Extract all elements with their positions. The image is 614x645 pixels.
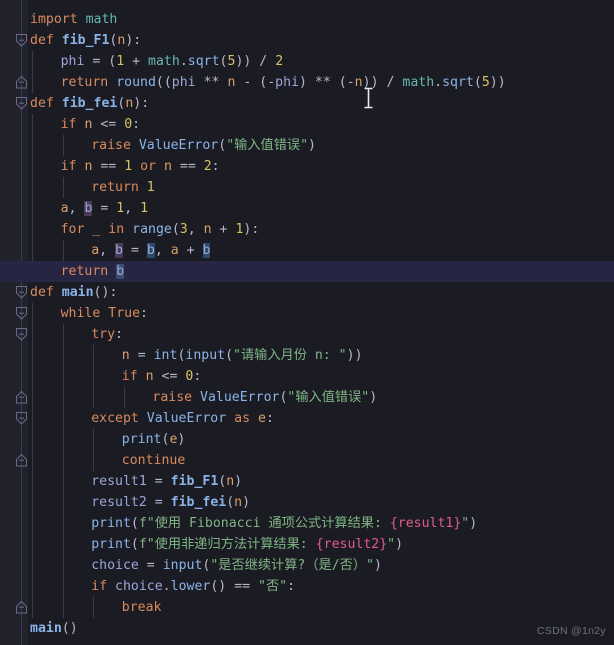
code-line-text: def fib_fei(n): xyxy=(30,96,150,111)
code-line[interactable]: def fib_F1(n): xyxy=(0,30,614,51)
code-line-text: main() xyxy=(30,621,78,636)
code-line[interactable]: def main(): xyxy=(0,282,614,303)
code-line-text: return round((phi ** n - (-phi) ** (-n))… xyxy=(60,75,506,90)
code-line-text: return b xyxy=(60,264,125,279)
code-line[interactable]: print(f"使用非递归方法计算结果: {result2}") xyxy=(0,534,614,555)
code-line[interactable]: except ValueError as e: xyxy=(0,408,614,429)
code-line-text: import math xyxy=(30,12,118,27)
code-line-text: n = int(input("请输入月份 n: ")) xyxy=(121,348,363,363)
code-line[interactable]: if choice.lower() == "否": xyxy=(0,576,614,597)
code-line[interactable]: import math xyxy=(0,9,614,30)
code-text-area[interactable]: import math def fib_F1(n):phi = (1 + math… xyxy=(0,0,614,645)
code-line-text: def main(): xyxy=(30,285,118,300)
code-line[interactable]: result1 = fib_F1(n) xyxy=(0,471,614,492)
code-line[interactable]: try: xyxy=(0,324,614,345)
code-line-text: return 1 xyxy=(91,180,155,195)
code-line-text: try: xyxy=(91,327,123,342)
code-line[interactable]: for _ in range(3, n + 1): xyxy=(0,219,614,240)
code-line-text: if choice.lower() == "否": xyxy=(91,579,296,594)
code-line[interactable]: raise ValueError("输入值错误") xyxy=(0,387,614,408)
code-line-text: print(f"使用 Fibonacci 通项公式计算结果: {result1}… xyxy=(91,516,478,531)
code-line[interactable]: phi = (1 + math.sqrt(5)) / 2 xyxy=(0,51,614,72)
code-line[interactable]: a, b = 1, 1 xyxy=(0,198,614,219)
code-line[interactable]: main() xyxy=(0,618,614,639)
code-line-text: if n <= 0: xyxy=(121,369,202,384)
code-line[interactable]: result2 = fib_fei(n) xyxy=(0,492,614,513)
code-line-text: if n == 1 or n == 2: xyxy=(60,159,220,174)
code-line-text: for _ in range(3, n + 1): xyxy=(60,222,260,237)
code-line-text: while True: xyxy=(60,306,148,321)
code-line-text: if n <= 0: xyxy=(60,117,141,132)
code-line[interactable]: print(e) xyxy=(0,429,614,450)
code-line[interactable]: raise ValueError("输入值错误") xyxy=(0,135,614,156)
code-line-text: result2 = fib_fei(n) xyxy=(91,495,251,510)
code-line-text: a, b = 1, 1 xyxy=(60,201,149,216)
code-line[interactable]: a, b = b, a + b xyxy=(0,240,614,261)
code-line-text: except ValueError as e: xyxy=(91,411,274,426)
code-line[interactable]: if n <= 0: xyxy=(0,114,614,135)
code-line-text: a, b = b, a + b xyxy=(91,243,211,258)
code-line[interactable]: if n == 1 or n == 2: xyxy=(0,156,614,177)
watermark-label: CSDN @1n2y xyxy=(536,625,606,637)
code-line-text: continue xyxy=(121,453,186,468)
code-editor-window: import math def fib_F1(n):phi = (1 + math… xyxy=(0,0,614,645)
code-line-text: def fib_F1(n): xyxy=(30,33,142,48)
code-line[interactable]: break xyxy=(0,597,614,618)
code-line[interactable]: continue xyxy=(0,450,614,471)
code-line-text: result1 = fib_F1(n) xyxy=(91,474,243,489)
code-line-text: raise ValueError("输入值错误") xyxy=(91,138,316,153)
code-line-text: phi = (1 + math.sqrt(5)) / 2 xyxy=(60,54,284,69)
code-line-text: break xyxy=(121,600,162,615)
code-line-text: print(e) xyxy=(121,432,186,447)
code-line[interactable]: return round((phi ** n - (-phi) ** (-n))… xyxy=(0,72,614,93)
code-line[interactable]: print(f"使用 Fibonacci 通项公式计算结果: {result1}… xyxy=(0,513,614,534)
code-line[interactable]: if n <= 0: xyxy=(0,366,614,387)
code-line-text: print(f"使用非递归方法计算结果: {result2}") xyxy=(91,537,404,552)
code-line[interactable]: return b xyxy=(0,261,614,282)
code-line[interactable]: def fib_fei(n): xyxy=(0,93,614,114)
code-line[interactable]: while True: xyxy=(0,303,614,324)
code-line[interactable]: choice = input("是否继续计算?（是/否）") xyxy=(0,555,614,576)
code-line[interactable]: return 1 xyxy=(0,177,614,198)
code-line-text: raise ValueError("输入值错误") xyxy=(152,390,378,405)
code-line[interactable]: n = int(input("请输入月份 n: ")) xyxy=(0,345,614,366)
code-line-text: choice = input("是否继续计算?（是/否）") xyxy=(91,558,382,573)
